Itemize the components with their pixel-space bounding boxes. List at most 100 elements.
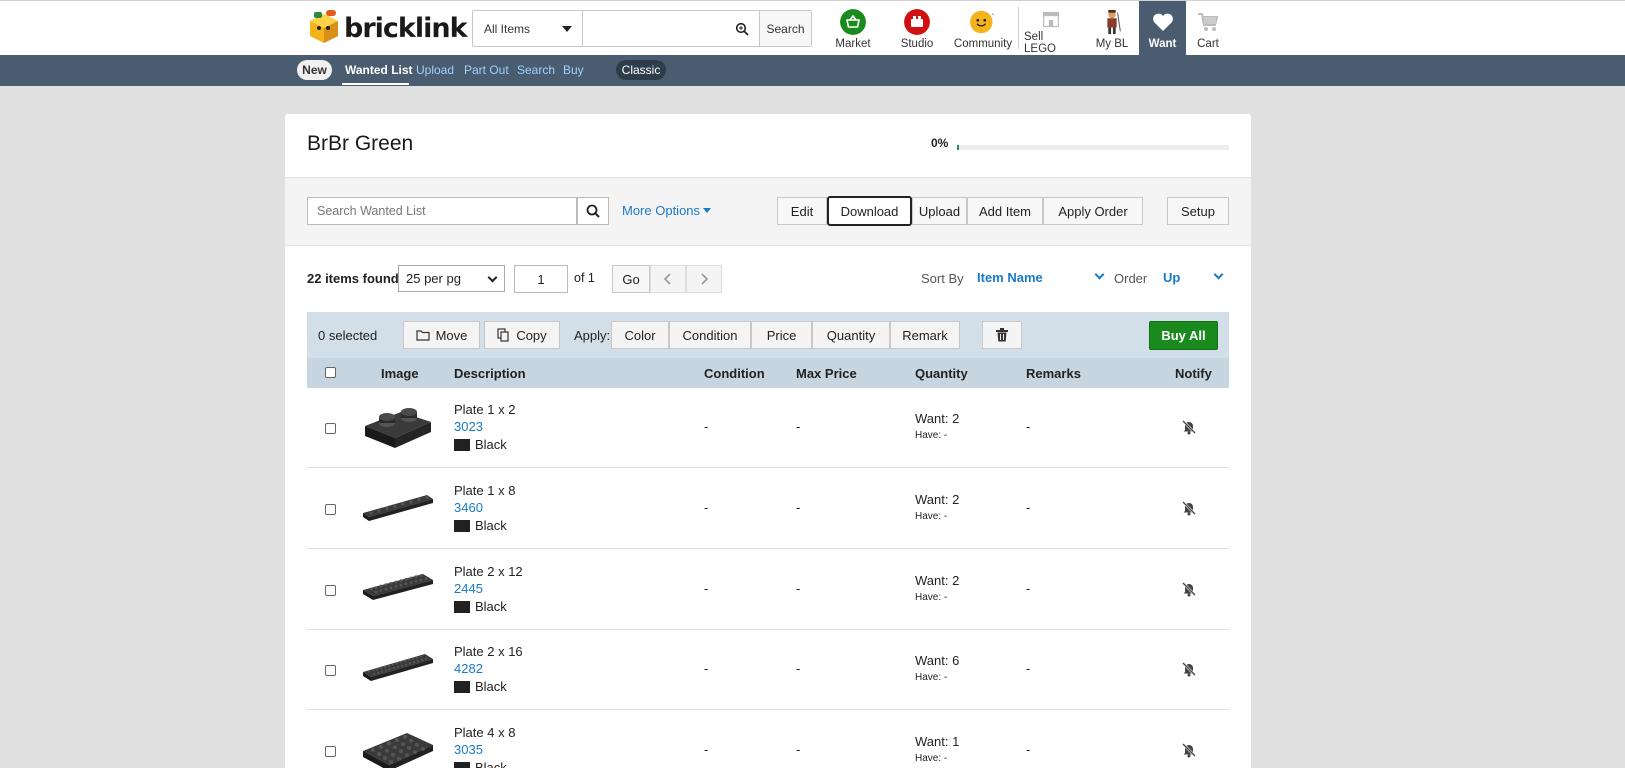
part-image[interactable]: [361, 640, 435, 696]
have-quantity: Have: -: [915, 511, 948, 522]
trash-icon: [996, 328, 1008, 342]
apply-quantity-button[interactable]: Quantity: [812, 321, 890, 349]
page-number-input[interactable]: 1: [514, 265, 568, 293]
add-item-button[interactable]: Add Item: [967, 197, 1043, 225]
apply-remark-button[interactable]: Remark: [890, 321, 960, 349]
row-checkbox[interactable]: [325, 746, 336, 757]
notify-off-bell-icon[interactable]: [1181, 581, 1197, 597]
search-wanted-list-button[interactable]: [577, 197, 609, 225]
notify-off-bell-icon[interactable]: [1181, 742, 1197, 758]
apply-condition-button[interactable]: Condition: [669, 321, 751, 349]
setup-button[interactable]: Setup: [1167, 197, 1229, 225]
global-search: All Items Search: [472, 10, 812, 47]
copy-button[interactable]: Copy: [484, 321, 560, 349]
color-label: Black: [475, 760, 507, 768]
part-number-link[interactable]: 4282: [454, 661, 483, 676]
part-image[interactable]: [361, 721, 435, 768]
row-checkbox[interactable]: [325, 585, 336, 596]
apply-order-button[interactable]: Apply Order: [1043, 197, 1143, 225]
notify-off-bell-icon[interactable]: [1181, 500, 1197, 516]
remarks-value: -: [1026, 419, 1031, 434]
header-max-price: Max Price: [796, 366, 857, 381]
subnav-part-out[interactable]: Part Out: [464, 63, 509, 77]
per-page-select[interactable]: 25 per pg: [398, 265, 505, 292]
nav-sell-lego-label: Sell LEGO: [1024, 31, 1056, 55]
nav-studio[interactable]: Studio: [895, 1, 939, 55]
upload-button[interactable]: Upload: [912, 197, 967, 225]
storefront-icon: [1042, 11, 1060, 28]
color-swatch: [454, 600, 470, 613]
part-number-link[interactable]: 3035: [454, 742, 483, 757]
header-description: Description: [454, 366, 526, 381]
color-swatch: [454, 438, 470, 451]
subnav-wanted-list[interactable]: Wanted List: [345, 63, 413, 77]
nav-want-label: Want: [1148, 38, 1177, 50]
heart-icon: [1152, 13, 1173, 31]
subnav-search[interactable]: Search: [517, 63, 555, 77]
copy-label: Copy: [516, 327, 547, 343]
folder-icon: [415, 330, 430, 341]
classic-toggle[interactable]: Classic: [616, 60, 666, 80]
part-color: Black: [454, 760, 507, 768]
search-category-select[interactable]: All Items: [473, 11, 583, 46]
search-button[interactable]: Search: [759, 11, 811, 46]
condition-value: -: [704, 581, 709, 596]
move-button[interactable]: Move: [403, 321, 480, 349]
chevron-left-icon: [663, 273, 671, 285]
studio-icon: [904, 9, 930, 35]
notify-off-bell-icon[interactable]: [1181, 661, 1197, 677]
part-name: Plate 1 x 2: [454, 402, 516, 417]
nav-market-label: Market: [835, 38, 871, 50]
copy-icon: [497, 328, 509, 342]
part-number-link[interactable]: 3023: [454, 419, 483, 434]
table-row: Plate 1 x 2 3023 Black - - Want: 2 Have:…: [307, 388, 1229, 468]
go-button[interactable]: Go: [612, 265, 650, 293]
move-label: Move: [435, 327, 468, 343]
items-found-count: 22 items found: [307, 271, 399, 286]
more-options-toggle[interactable]: More Options: [622, 203, 712, 218]
table-header: Image Description Condition Max Price Qu…: [307, 358, 1229, 388]
nav-cart[interactable]: Cart: [1188, 1, 1228, 55]
sort-by-value: Item Name: [977, 270, 1043, 285]
search-wanted-list-input[interactable]: Search Wanted List: [307, 197, 577, 225]
notify-off-bell-icon[interactable]: [1181, 419, 1197, 435]
subnav-upload[interactable]: Upload: [416, 63, 454, 77]
part-number-link[interactable]: 2445: [454, 581, 483, 596]
chevron-right-icon: [701, 273, 709, 285]
part-image[interactable]: [361, 560, 435, 616]
delete-button[interactable]: [982, 321, 1022, 349]
zoom-search-icon: [735, 22, 749, 36]
bricklink-logo[interactable]: bricklink: [306, 9, 468, 47]
row-checkbox[interactable]: [325, 504, 336, 515]
edit-button[interactable]: Edit: [777, 197, 827, 225]
condition-value: -: [704, 419, 709, 434]
prev-page-button[interactable]: [650, 265, 686, 293]
chevron-down-icon: [1213, 269, 1224, 280]
new-badge[interactable]: New: [297, 60, 332, 80]
part-image[interactable]: [361, 479, 435, 535]
row-checkbox[interactable]: [325, 423, 336, 434]
header-condition: Condition: [704, 366, 765, 381]
nav-community[interactable]: Community: [952, 1, 1014, 55]
nav-want[interactable]: Want: [1139, 1, 1186, 55]
select-all-checkbox[interactable]: [325, 367, 336, 378]
subnav-buy[interactable]: Buy: [563, 63, 584, 77]
avatar-icon: [1107, 9, 1121, 35]
row-checkbox[interactable]: [325, 665, 336, 676]
part-number-link[interactable]: 3460: [454, 500, 483, 515]
buy-all-button[interactable]: Buy All: [1149, 321, 1218, 350]
remarks-value: -: [1026, 742, 1031, 757]
part-color: Black: [454, 679, 507, 694]
search-input[interactable]: [583, 11, 759, 46]
max-price-value: -: [796, 500, 801, 515]
apply-price-button[interactable]: Price: [751, 321, 812, 349]
apply-color-button[interactable]: Color: [611, 321, 669, 349]
next-page-button[interactable]: [686, 265, 722, 293]
part-image[interactable]: [361, 398, 435, 454]
nav-sell-lego[interactable]: Sell LEGO: [1024, 1, 1078, 55]
nav-market[interactable]: Market: [831, 1, 875, 55]
download-button[interactable]: Download: [827, 196, 912, 226]
bulk-action-bar: 0 selected Move Copy Apply: Color Condit…: [307, 312, 1229, 358]
max-price-value: -: [796, 742, 801, 757]
nav-my-bl[interactable]: My BL: [1090, 1, 1134, 55]
